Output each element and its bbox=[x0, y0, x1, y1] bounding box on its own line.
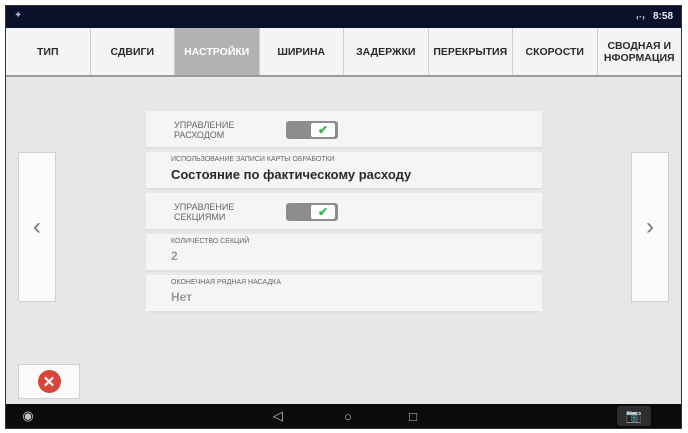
section-control-row: УПРАВЛЕНИЕ СЕКЦИЯМИ ✔ bbox=[146, 193, 542, 231]
map-usage-label: ИСПОЛЬЗОВАНИЕ ЗАПИСИ КАРТЫ ОБРАБОТКИ bbox=[171, 156, 335, 163]
signal-icon: ‹·› bbox=[635, 11, 645, 22]
tab-summary[interactable]: СВОДНАЯ И НФОРМАЦИЯ bbox=[598, 28, 682, 75]
app-indicator-icon: ✦ bbox=[14, 10, 23, 21]
prev-page-button[interactable]: ‹ bbox=[18, 152, 56, 302]
back-icon[interactable]: ◁ bbox=[266, 406, 290, 426]
chevron-right-icon: › bbox=[646, 213, 654, 240]
rate-control-row: УПРАВЛЕНИЕ РАСХОДОМ ✔ bbox=[146, 111, 542, 149]
camera-icon[interactable]: 📷 bbox=[617, 406, 651, 426]
rate-control-label: УПРАВЛЕНИЕ РАСХОДОМ bbox=[174, 120, 235, 140]
status-bar: ✦ ‹·› 8:58 bbox=[6, 6, 681, 28]
section-count-label: КОЛИЧЕСТВО СЕКЦИЙ bbox=[171, 238, 250, 245]
check-icon: ✔ bbox=[311, 123, 335, 137]
map-usage-value: Состояние по фактическому расходу bbox=[171, 167, 412, 182]
cancel-button[interactable]: ✕ bbox=[18, 364, 80, 399]
map-usage-row[interactable]: ИСПОЛЬЗОВАНИЕ ЗАПИСИ КАРТЫ ОБРАБОТКИ Сос… bbox=[146, 152, 542, 190]
end-nozzle-value: Нет bbox=[171, 290, 193, 304]
recent-apps-icon[interactable]: □ bbox=[401, 406, 425, 426]
tab-type[interactable]: ТИП bbox=[6, 28, 91, 75]
settings-content: ‹ УПРАВЛЕНИЕ РАСХОДОМ ✔ ИСПОЛЬЗОВАНИЕ ЗА… bbox=[6, 79, 681, 404]
settings-panel: УПРАВЛЕНИЕ РАСХОДОМ ✔ ИСПОЛЬЗОВАНИЕ ЗАПИ… bbox=[146, 111, 542, 316]
status-time: 8:58 bbox=[652, 11, 673, 22]
section-control-label: УПРАВЛЕНИЕ СЕКЦИЯМИ bbox=[174, 202, 235, 222]
chevron-left-icon: ‹ bbox=[33, 213, 41, 240]
brand-logo-icon[interactable]: ◉ bbox=[16, 406, 40, 426]
section-count-value: 2 bbox=[171, 249, 178, 263]
tab-bar: ТИП СДВИГИ НАСТРОЙКИ ШИРИНА ЗАДЕРЖКИ ПЕР… bbox=[6, 28, 681, 77]
end-nozzle-row[interactable]: ОКОНЕЧНАЯ РЯДНАЯ НАСАДКА Нет bbox=[146, 275, 542, 313]
section-count-row[interactable]: КОЛИЧЕСТВО СЕКЦИЙ 2 bbox=[146, 234, 542, 272]
tab-shifts[interactable]: СДВИГИ bbox=[91, 28, 175, 75]
status-right: ‹·› 8:58 bbox=[636, 11, 673, 22]
tab-overlaps[interactable]: ПЕРЕКРЫТИЯ bbox=[429, 28, 513, 75]
section-control-toggle[interactable]: ✔ bbox=[286, 203, 338, 221]
rate-control-toggle[interactable]: ✔ bbox=[286, 121, 338, 139]
tab-speeds[interactable]: СКОРОСТИ bbox=[513, 28, 598, 75]
close-icon: ✕ bbox=[37, 370, 61, 393]
home-icon[interactable]: ○ bbox=[336, 406, 360, 426]
next-page-button[interactable]: › bbox=[631, 152, 669, 302]
system-nav-bar: ◉ ◁ ○ □ 📷 bbox=[6, 404, 681, 428]
tab-delays[interactable]: ЗАДЕРЖКИ bbox=[344, 28, 429, 75]
app-frame: ✦ ‹·› 8:58 ТИП СДВИГИ НАСТРОЙКИ ШИРИНА З… bbox=[5, 5, 682, 429]
tab-width[interactable]: ШИРИНА bbox=[260, 28, 344, 75]
end-nozzle-label: ОКОНЕЧНАЯ РЯДНАЯ НАСАДКА bbox=[171, 279, 281, 286]
tab-settings[interactable]: НАСТРОЙКИ bbox=[175, 28, 260, 75]
check-icon: ✔ bbox=[311, 205, 335, 219]
